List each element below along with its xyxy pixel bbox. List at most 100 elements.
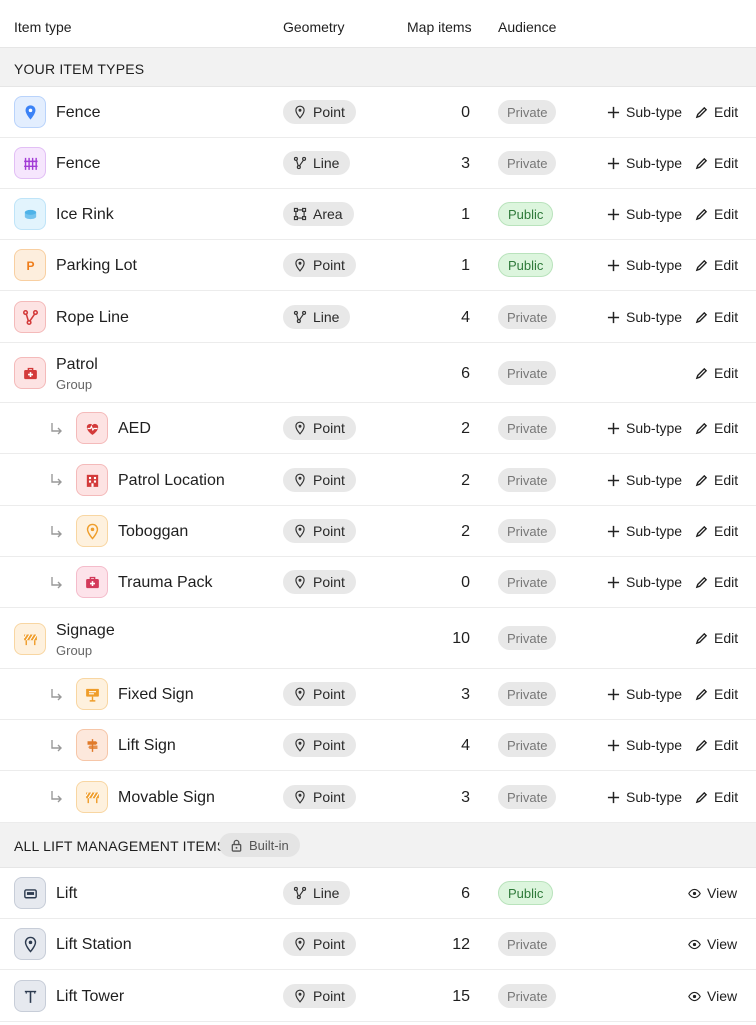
item-name: Trauma Pack	[118, 574, 213, 591]
table-row[interactable]: Rope Line Line 4 Private Sub-type Edit	[0, 291, 756, 343]
col-map-items[interactable]: Map items	[407, 19, 472, 35]
col-geometry[interactable]: Geometry	[283, 19, 344, 35]
table-row[interactable]: Ice Rink Area 1 Public Sub-type Edit	[0, 189, 756, 240]
edit-button[interactable]: Edit	[695, 365, 738, 381]
add-subtype-button[interactable]: Sub-type	[607, 206, 682, 222]
audience-badge: Private	[498, 984, 557, 1008]
plus-icon	[607, 208, 620, 220]
child-arrow-icon	[51, 526, 62, 538]
map-items-count: 2	[461, 420, 470, 437]
geometry-badge: Point	[283, 100, 356, 124]
audience-badge: Public	[498, 202, 554, 226]
view-button[interactable]: View	[688, 988, 737, 1004]
item-subtitle: Group	[56, 377, 93, 392]
pencil-icon	[695, 367, 708, 379]
geometry-badge: Line	[283, 151, 351, 175]
item-name: Fixed Sign	[118, 686, 194, 703]
pencil-icon	[695, 739, 708, 751]
table-row[interactable]: Fixed Sign Point 3 Private Sub-type Edit	[0, 669, 756, 720]
table-row[interactable]: Patrol Location Point 2 Private Sub-type…	[0, 454, 756, 506]
point-icon	[295, 738, 305, 752]
edit-button[interactable]: Edit	[695, 104, 738, 120]
geometry-badge: Point	[283, 785, 356, 809]
eye-icon	[688, 991, 701, 1001]
table-row[interactable]: Fence Line 3 Private Sub-type Edit	[0, 138, 756, 189]
edit-button[interactable]: Edit	[695, 309, 738, 325]
item-name: Lift Tower	[56, 988, 125, 1005]
point-icon	[295, 790, 305, 804]
add-subtype-button[interactable]: Sub-type	[607, 789, 682, 805]
map-items-count: 2	[461, 523, 470, 540]
add-subtype-button[interactable]: Sub-type	[607, 155, 682, 171]
edit-button[interactable]: Edit	[695, 737, 738, 753]
plus-icon	[607, 739, 620, 751]
section-title: YOUR ITEM TYPES	[14, 61, 145, 77]
edit-button[interactable]: Edit	[695, 472, 738, 488]
table-row[interactable]: Lift Tower Point 15 Private View	[0, 970, 756, 1022]
table-row[interactable]: P Parking Lot Point 1 Public Sub-type Ed…	[0, 240, 756, 291]
item-name: Fence	[56, 104, 101, 121]
table-row[interactable]: Fence Point 0 Private Sub-type Edit	[0, 87, 756, 138]
pencil-icon	[695, 311, 708, 323]
edit-button[interactable]: Edit	[695, 206, 738, 222]
edit-button[interactable]: Edit	[695, 257, 738, 273]
map-items-count: 1	[461, 257, 470, 274]
add-subtype-button[interactable]: Sub-type	[607, 472, 682, 488]
add-subtype-button[interactable]: Sub-type	[607, 104, 682, 120]
pencil-icon	[695, 106, 708, 118]
barrier-icon	[14, 623, 46, 655]
audience-badge: Private	[498, 682, 557, 706]
map-items-count: 12	[452, 936, 470, 953]
edit-button[interactable]: Edit	[695, 686, 738, 702]
table-row[interactable]: Toboggan Point 2 Private Sub-type Edit	[0, 506, 756, 557]
plus-icon	[607, 688, 620, 700]
child-arrow-icon	[51, 740, 62, 752]
pencil-icon	[695, 791, 708, 803]
point-icon	[295, 258, 305, 272]
plus-icon	[607, 157, 620, 169]
edit-button[interactable]: Edit	[695, 523, 738, 539]
add-subtype-button[interactable]: Sub-type	[607, 737, 682, 753]
view-button[interactable]: View	[688, 885, 737, 901]
pencil-icon	[695, 632, 708, 644]
plus-icon	[607, 576, 620, 588]
table-row[interactable]: Lift Line 6 Public View	[0, 868, 756, 919]
edit-button[interactable]: Edit	[695, 630, 738, 646]
table-row[interactable]: Lift Station Point 12 Private View	[0, 919, 756, 970]
add-subtype-button[interactable]: Sub-type	[607, 420, 682, 436]
item-name: Fence	[56, 155, 101, 172]
edit-button[interactable]: Edit	[695, 789, 738, 805]
add-subtype-button[interactable]: Sub-type	[607, 574, 682, 590]
geometry-badge: Point	[283, 570, 356, 594]
view-button[interactable]: View	[688, 936, 737, 952]
table-row[interactable]: Lift Sign Point 4 Private Sub-type Edit	[0, 720, 756, 771]
pencil-icon	[695, 688, 708, 700]
eye-icon	[688, 939, 701, 949]
pencil-icon	[695, 422, 708, 434]
point-icon	[295, 421, 305, 435]
geometry-badge: Line	[283, 305, 351, 329]
edit-button[interactable]: Edit	[695, 155, 738, 171]
edit-button[interactable]: Edit	[695, 420, 738, 436]
table-row[interactable]: Trauma Pack Point 0 Private Sub-type Edi…	[0, 557, 756, 608]
add-subtype-button[interactable]: Sub-type	[607, 523, 682, 539]
point-icon	[295, 105, 305, 119]
table-row[interactable]: Movable Sign Point 3 Private Sub-type Ed…	[0, 771, 756, 823]
table-row-group[interactable]: Patrol Group 6 Private Edit	[0, 343, 756, 403]
audience-badge: Private	[498, 785, 557, 809]
builtin-badge: Built-in	[219, 833, 300, 857]
table-row-group[interactable]: Signage Group 10 Private Edit	[0, 608, 756, 669]
add-subtype-button[interactable]: Sub-type	[607, 686, 682, 702]
svg-text:P: P	[26, 258, 34, 272]
add-subtype-button[interactable]: Sub-type	[607, 309, 682, 325]
edit-button[interactable]: Edit	[695, 574, 738, 590]
point-icon	[295, 575, 305, 589]
col-item-type[interactable]: Item type	[14, 19, 72, 35]
item-name: Rope Line	[56, 309, 129, 326]
audience-badge: Private	[498, 570, 557, 594]
map-items-count: 4	[461, 309, 470, 326]
table-row[interactable]: AED Point 2 Private Sub-type Edit	[0, 403, 756, 454]
col-audience[interactable]: Audience	[498, 19, 556, 35]
add-subtype-button[interactable]: Sub-type	[607, 257, 682, 273]
pencil-icon	[695, 208, 708, 220]
